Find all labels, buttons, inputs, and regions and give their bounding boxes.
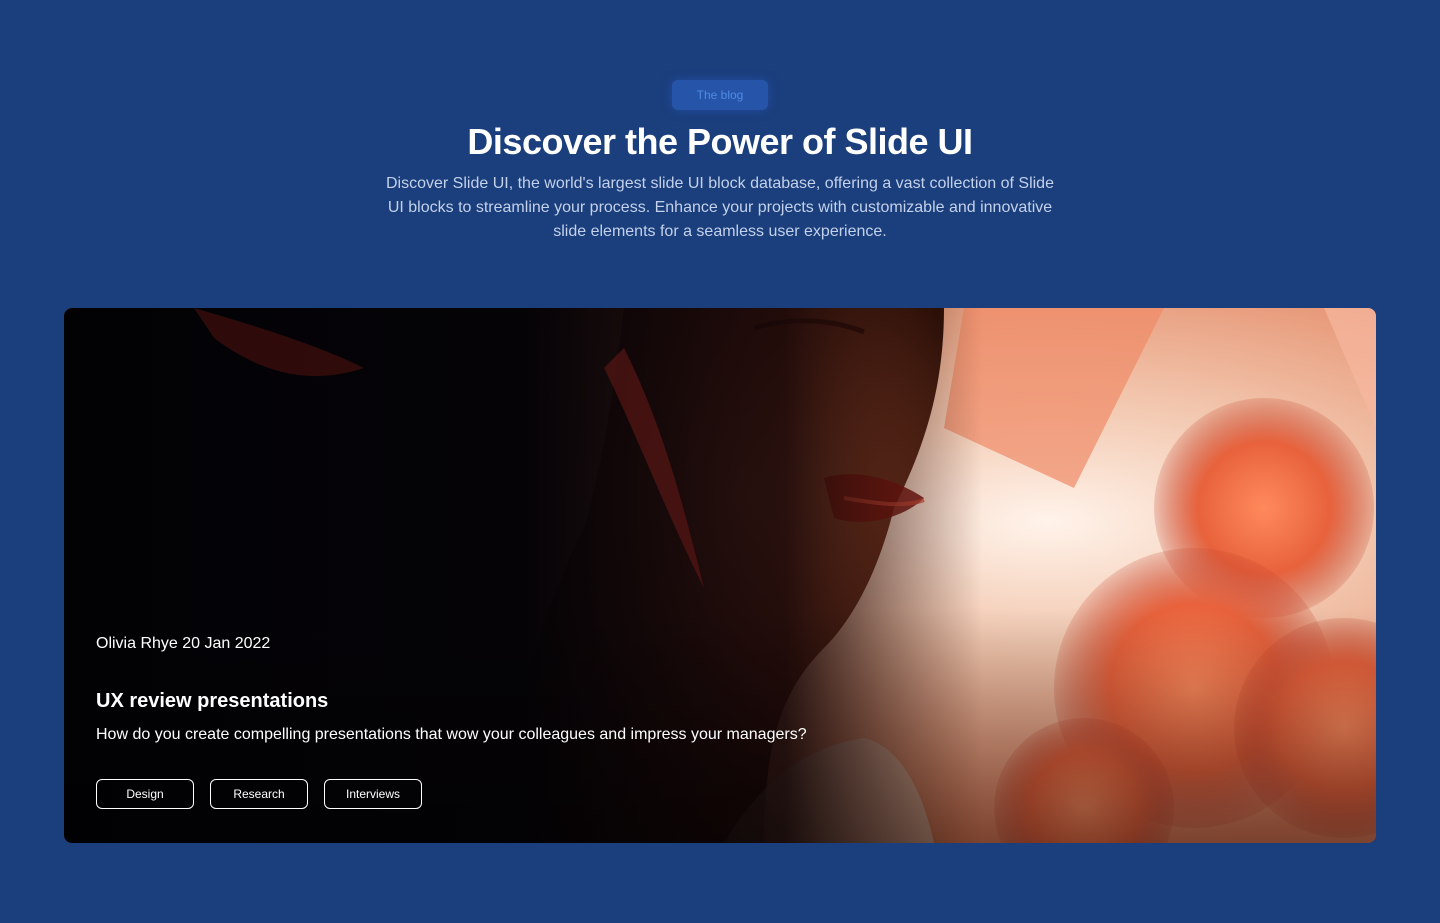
section-badge: The blog: [672, 80, 768, 110]
blog-hero-section: The blog Discover the Power of Slide UI …: [0, 0, 1440, 923]
post-description: How do you create compelling presentatio…: [96, 726, 807, 743]
tag-design-button[interactable]: Design: [96, 779, 194, 809]
page-subtitle: Discover Slide UI, the world's largest s…: [386, 175, 1054, 240]
featured-post-card[interactable]: Olivia Rhye 20 Jan 2022 UX review presen…: [64, 308, 1376, 843]
tag-research-button[interactable]: Research: [210, 779, 308, 809]
post-meta: Olivia Rhye 20 Jan 2022: [96, 635, 271, 652]
post-title[interactable]: UX review presentations: [96, 688, 328, 714]
featured-post-image: [64, 308, 1376, 843]
tag-interviews-button[interactable]: Interviews: [324, 779, 422, 809]
post-tags: Design Research Interviews: [96, 779, 422, 809]
page-title: Discover the Power of Slide UI: [467, 121, 973, 162]
